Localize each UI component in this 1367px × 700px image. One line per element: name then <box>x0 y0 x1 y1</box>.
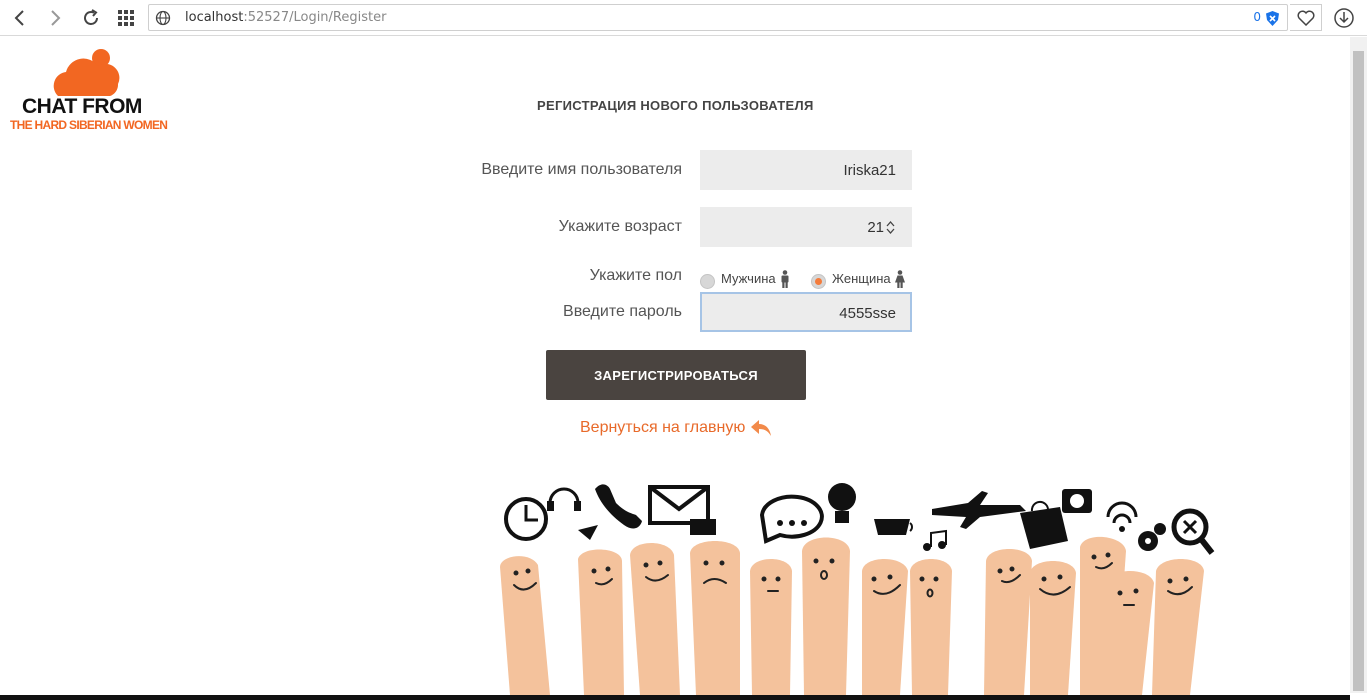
fingers-illustration <box>500 483 1215 695</box>
gender-option-female[interactable]: Женщина <box>811 268 906 289</box>
battery-icon <box>690 519 716 535</box>
globe-icon <box>155 10 171 31</box>
reload-icon[interactable] <box>79 6 103 30</box>
logo-title: CHAT FROM <box>22 95 142 118</box>
shopping-bag-icon <box>1020 500 1068 549</box>
male-icon <box>781 269 789 288</box>
back-home-link[interactable]: Вернуться на главную <box>580 418 773 438</box>
spinner-icon[interactable] <box>886 220 895 235</box>
forward-icon[interactable] <box>44 6 68 30</box>
airplane-icon <box>932 491 1026 529</box>
magnifier-icon <box>1171 508 1215 555</box>
wifi-icon <box>1106 501 1138 532</box>
mail-icon <box>648 485 710 525</box>
gear-icon <box>1138 523 1166 551</box>
coffee-cup-icon <box>874 519 913 535</box>
camera-icon <box>1062 489 1092 513</box>
headphones-icon <box>547 487 581 511</box>
password-value: 4555sse <box>839 305 896 322</box>
back-home-label: Вернуться на главную <box>580 419 746 436</box>
page-title: РЕГИСТРАЦИЯ НОВОГО ПОЛЬЗОВАТЕЛЯ <box>537 98 814 113</box>
female-icon <box>894 269 905 288</box>
cloud-icon <box>53 49 120 96</box>
lightbulb-icon <box>828 483 856 523</box>
gender-label: Укажите пол <box>589 267 682 284</box>
return-arrow-icon <box>751 420 772 436</box>
password-label: Введите пароль <box>563 303 682 320</box>
username-value: Iriska21 <box>843 162 896 179</box>
username-field[interactable]: Iriska21 <box>700 150 912 190</box>
age-value: 21 <box>867 219 884 236</box>
username-label: Введите имя пользователя <box>481 161 682 178</box>
browser-toolbar: localhost:52527/Login/Register 0 <box>0 0 1367 36</box>
age-label: Укажите возраст <box>558 218 682 235</box>
back-icon[interactable] <box>7 6 31 30</box>
page-scrollbar[interactable] <box>1350 37 1367 693</box>
gender-option-male[interactable]: Мужчина <box>700 268 791 289</box>
radio-male[interactable] <box>700 274 715 289</box>
password-field[interactable]: 4555sse <box>700 292 912 332</box>
url-text: localhost:52527/Login/Register <box>185 10 387 25</box>
logo-subtitle: THE HARD SIBERIAN WOMEN <box>10 118 168 132</box>
scrollbar-thumb[interactable] <box>1353 51 1364 691</box>
age-field[interactable]: 21 <box>700 207 912 247</box>
gender-option-label: Женщина <box>832 271 891 286</box>
download-icon[interactable] <box>1331 5 1357 31</box>
clock-icon <box>504 497 548 541</box>
fingers <box>500 536 1204 695</box>
heart-icon[interactable] <box>1290 4 1322 31</box>
shield-icon[interactable] <box>1266 11 1279 31</box>
cart-icon <box>578 525 598 540</box>
address-bar[interactable]: localhost:52527/Login/Register 0 <box>148 4 1288 31</box>
gender-option-label: Мужчина <box>721 271 776 286</box>
radio-female[interactable] <box>811 274 826 289</box>
phone-icon <box>595 484 642 529</box>
music-note-icon <box>923 529 947 551</box>
speech-bubble-icon <box>759 494 824 544</box>
speed-dial-icon[interactable] <box>114 6 138 30</box>
blocked-count: 0 <box>1253 10 1261 24</box>
bottom-bar <box>0 695 1350 700</box>
site-logo[interactable]: CHAT FROM THE HARD SIBERIAN WOMEN <box>10 48 168 138</box>
register-button[interactable]: ЗАРЕГИСТРИРОВАТЬСЯ <box>546 350 806 400</box>
